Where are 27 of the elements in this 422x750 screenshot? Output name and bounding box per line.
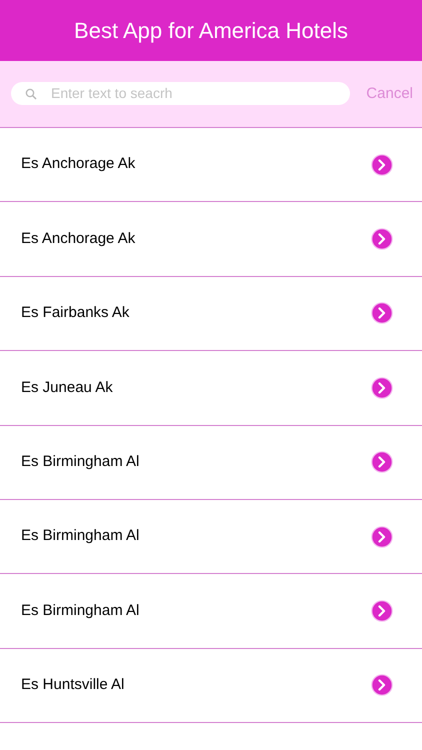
hotel-row[interactable]: Es Fairbanks Ak (0, 276, 422, 352)
chevron-circle-icon (371, 600, 393, 622)
search-field[interactable]: Enter text to seacrh (11, 82, 350, 105)
hotel-row[interactable]: Es Huntsville Al (0, 648, 422, 724)
hotel-row[interactable]: Es Birmingham Al (0, 500, 422, 574)
chevron-circle-icon (371, 302, 393, 324)
hotel-name: Es Anchorage Ak (21, 154, 136, 174)
hotel-name: Es Fairbanks Ak (21, 303, 130, 324)
hotel-name: Es Juneau Ak (21, 378, 113, 398)
hotel-name: Es Huntsville Al (21, 675, 124, 696)
hotel-name: Es Birmingham Al (21, 526, 140, 546)
chevron-circle-icon (371, 376, 393, 399)
chevron-circle-icon (371, 526, 393, 548)
hotel-name: Es Birmingham Al (21, 452, 140, 472)
hotel-name: Es Birmingham Al (21, 600, 140, 621)
hotel-name: Es Anchorage Ak (21, 228, 136, 249)
hotel-row[interactable]: Es Birmingham Al (0, 574, 422, 649)
chevron-circle-icon (371, 451, 393, 474)
hotel-row[interactable]: Es Juneau Ak (0, 351, 422, 426)
chevron-circle-icon (371, 674, 393, 696)
hotel-row[interactable]: Es Anchorage Ak (0, 202, 422, 277)
search-icon (25, 88, 37, 100)
hotel-row[interactable]: Es Birmingham Al (0, 426, 422, 500)
chevron-circle-icon (371, 228, 393, 250)
hotel-row[interactable]: Es Anchorage Ak (0, 128, 422, 202)
app-title: Best App for America Hotels (74, 17, 348, 45)
chevron-circle-icon (371, 154, 393, 176)
